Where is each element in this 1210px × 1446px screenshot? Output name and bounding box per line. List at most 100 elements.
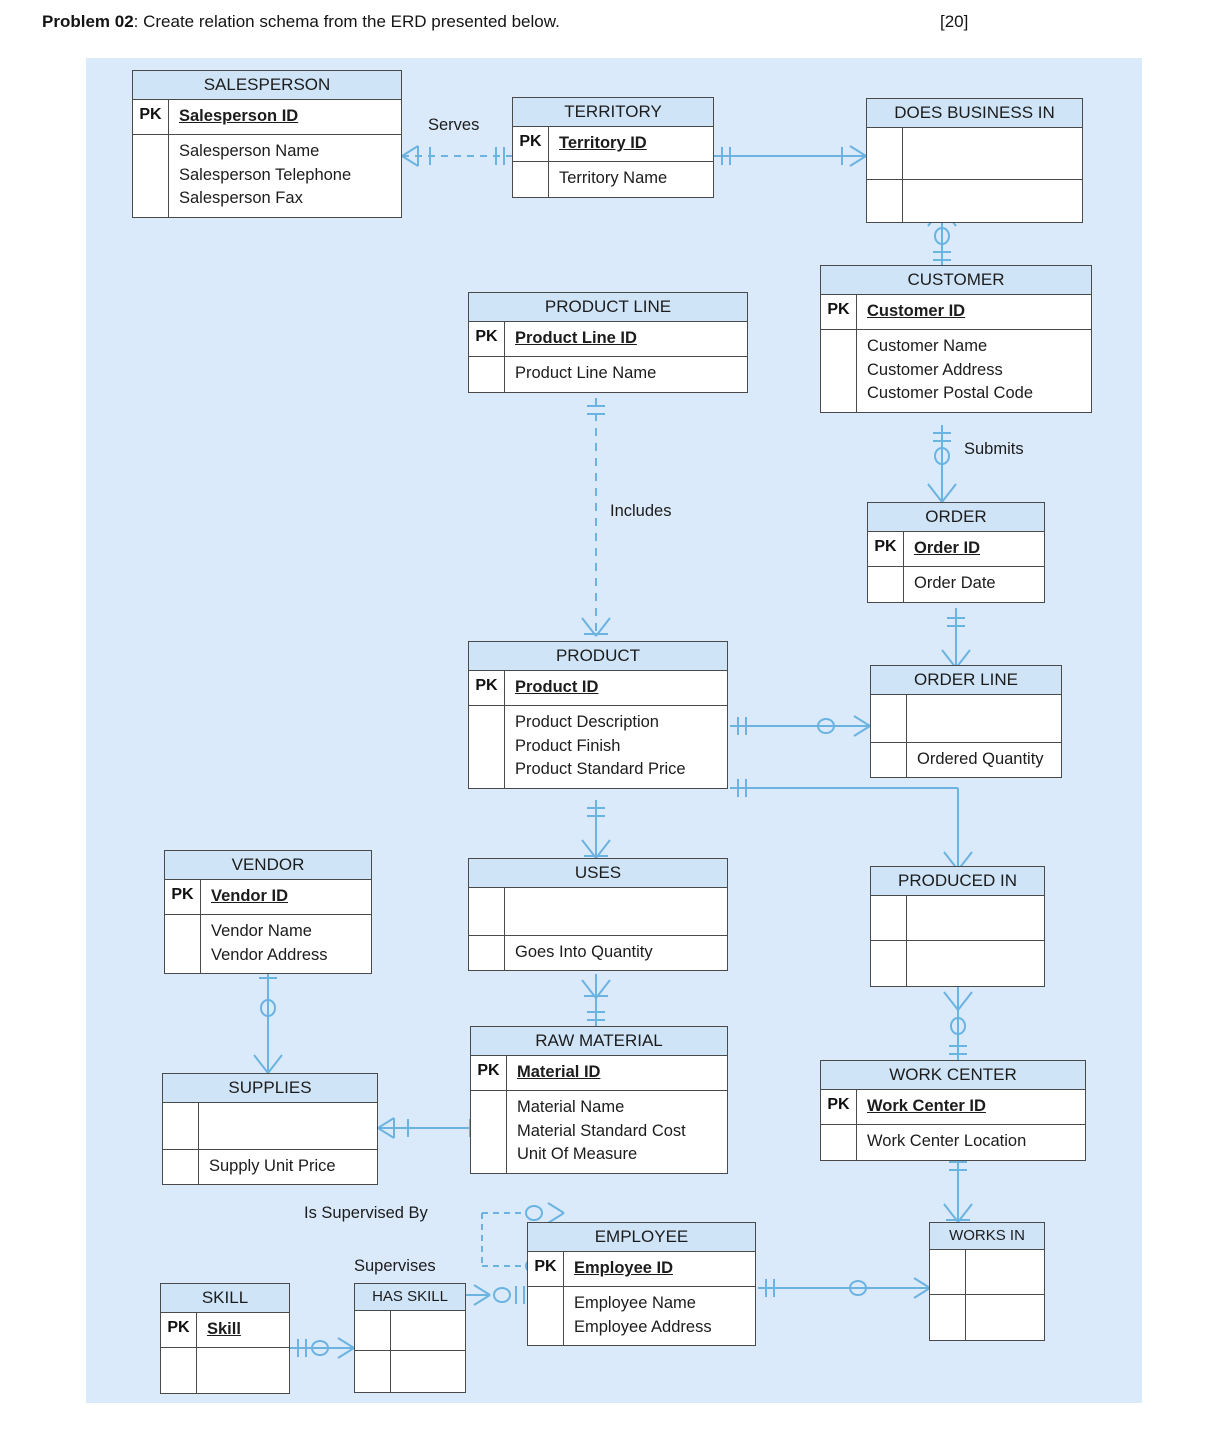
attribute-list: Material Name Material Standard Cost Uni… bbox=[507, 1091, 727, 1172]
entity-title: EMPLOYEE bbox=[528, 1223, 755, 1252]
entity-body: PK Product Line ID Product Line Name bbox=[469, 322, 747, 392]
entity-title: SALESPERSON bbox=[133, 71, 401, 100]
entity-title: PRODUCED IN bbox=[871, 867, 1044, 896]
entity-body: Ordered Quantity bbox=[871, 695, 1061, 778]
entity-body: PK Territory ID Territory Name bbox=[513, 127, 713, 197]
entity-attr-row bbox=[161, 1348, 289, 1394]
key-spacer bbox=[469, 888, 505, 935]
key-spacer bbox=[821, 1125, 857, 1160]
entity-produced-in[interactable]: PRODUCED IN bbox=[870, 866, 1045, 987]
page-title: Problem 02: Create relation schema from … bbox=[42, 12, 1042, 38]
entity-attr-row bbox=[930, 1295, 1044, 1340]
pk-marker: PK bbox=[868, 532, 904, 567]
attribute: Vendor Address bbox=[211, 945, 328, 964]
attribute: Customer Postal Code bbox=[867, 384, 1033, 403]
entity-body: PK Employee ID Employee Name Employee Ad… bbox=[528, 1252, 755, 1346]
entity-product[interactable]: PRODUCT PK Product ID Product Descriptio… bbox=[468, 641, 728, 789]
pk-marker: PK bbox=[821, 295, 857, 330]
key-spacer bbox=[133, 135, 169, 217]
entity-pk-row: PK Customer ID bbox=[821, 295, 1091, 331]
entity-product-line[interactable]: PRODUCT LINE PK Product Line ID Product … bbox=[468, 292, 748, 393]
entity-pk-row bbox=[871, 896, 1044, 941]
entity-body: Supply Unit Price bbox=[163, 1103, 377, 1185]
key-spacer bbox=[469, 936, 505, 971]
key-spacer bbox=[930, 1250, 966, 1294]
entity-title: ORDER bbox=[868, 503, 1044, 532]
key-spacer bbox=[355, 1311, 391, 1350]
key-spacer bbox=[930, 1295, 966, 1340]
key-spacer bbox=[163, 1150, 199, 1185]
entity-works-in[interactable]: WORKS IN bbox=[929, 1222, 1045, 1341]
pk-marker: PK bbox=[821, 1090, 857, 1125]
entity-order[interactable]: ORDER PK Order ID Order Date bbox=[867, 502, 1045, 603]
entity-title: WORKS IN bbox=[930, 1223, 1044, 1250]
entity-has-skill[interactable]: HAS SKILL bbox=[354, 1283, 466, 1393]
key-spacer bbox=[469, 357, 505, 392]
entity-attr-row: Salesperson Name Salesperson Telephone S… bbox=[133, 135, 401, 217]
entity-order-line[interactable]: ORDER LINE Ordered Quantity bbox=[870, 665, 1062, 779]
attribute-list: Goes Into Quantity bbox=[505, 936, 727, 970]
attribute: Unit Of Measure bbox=[517, 1145, 638, 1164]
entity-attr-row: Work Center Location bbox=[821, 1125, 1085, 1160]
entity-title: PRODUCT LINE bbox=[469, 293, 747, 322]
attribute-list bbox=[907, 896, 1044, 940]
entity-body: PK Material ID Material Name Material St… bbox=[471, 1056, 727, 1173]
entity-uses[interactable]: USES Goes Into Quantity bbox=[468, 858, 728, 972]
entity-body bbox=[867, 128, 1082, 222]
attribute-list bbox=[903, 128, 1082, 179]
entity-raw-material[interactable]: RAW MATERIAL PK Material ID Material Nam… bbox=[470, 1026, 728, 1174]
entity-pk-row: PK Skill bbox=[161, 1313, 289, 1349]
entity-attr-row: Employee Name Employee Address bbox=[528, 1287, 755, 1346]
key-spacer bbox=[513, 162, 549, 197]
attribute-list: Product Line Name bbox=[505, 357, 747, 391]
attribute: Vendor Name bbox=[211, 922, 312, 941]
entity-body: PK Customer ID Customer Name Customer Ad… bbox=[821, 295, 1091, 412]
entity-work-center[interactable]: WORK CENTER PK Work Center ID Work Cente… bbox=[820, 1060, 1086, 1161]
entity-pk-row: PK Employee ID bbox=[528, 1252, 755, 1288]
entity-employee[interactable]: EMPLOYEE PK Employee ID Employee Name Em… bbox=[527, 1222, 756, 1347]
attribute: Territory Name bbox=[559, 169, 668, 188]
problem-number: Problem 02 bbox=[42, 12, 134, 31]
key-spacer bbox=[163, 1103, 199, 1149]
attribute-list bbox=[966, 1250, 1044, 1294]
key-spacer bbox=[161, 1348, 197, 1394]
entity-salesperson[interactable]: SALESPERSON PK Salesperson ID Salesperso… bbox=[132, 70, 402, 218]
entity-supplies[interactable]: SUPPLIES Supply Unit Price bbox=[162, 1073, 378, 1186]
entity-territory[interactable]: TERRITORY PK Territory ID Territory Name bbox=[512, 97, 714, 198]
entity-customer[interactable]: CUSTOMER PK Customer ID Customer Name Cu… bbox=[820, 265, 1092, 413]
entity-pk-row: PK Territory ID bbox=[513, 127, 713, 163]
attribute-list: Territory Name bbox=[549, 162, 713, 196]
attribute-list: Ordered Quantity bbox=[907, 743, 1061, 777]
attribute-list bbox=[391, 1311, 465, 1350]
entity-pk-row bbox=[469, 888, 727, 936]
attribute-list: Customer Name Customer Address Customer … bbox=[857, 330, 1091, 411]
relationship-label-supervises: Supervises bbox=[354, 1257, 436, 1275]
key-spacer bbox=[871, 695, 907, 742]
entity-body: PK Salesperson ID Salesperson Name Sales… bbox=[133, 100, 401, 217]
relationship-label-submits: Submits bbox=[964, 440, 1024, 458]
entity-title: SKILL bbox=[161, 1284, 289, 1313]
entity-does-business-in[interactable]: DOES BUSINESS IN bbox=[866, 98, 1083, 223]
entity-skill[interactable]: SKILL PK Skill bbox=[160, 1283, 290, 1395]
attribute: Employee Address bbox=[574, 1317, 712, 1336]
key-spacer bbox=[528, 1287, 564, 1346]
entity-title: USES bbox=[469, 859, 727, 888]
problem-marks: [20] bbox=[940, 12, 969, 31]
pk-attribute: Order ID bbox=[914, 539, 981, 557]
pk-attribute: Customer ID bbox=[867, 302, 966, 320]
entity-pk-row: PK Vendor ID bbox=[165, 880, 371, 916]
attribute-list: Salesperson Name Salesperson Telephone S… bbox=[169, 135, 401, 216]
attribute: Customer Name bbox=[867, 337, 988, 356]
entity-body: PK Order ID Order Date bbox=[868, 532, 1044, 602]
entity-attr-row: Ordered Quantity bbox=[871, 743, 1061, 778]
entity-body: PK Skill bbox=[161, 1313, 289, 1394]
entity-pk-row bbox=[163, 1103, 377, 1150]
attribute-list: Product Description Product Finish Produ… bbox=[505, 706, 727, 787]
entity-vendor[interactable]: VENDOR PK Vendor ID Vendor Name Vendor A… bbox=[164, 850, 372, 975]
attribute: Material Name bbox=[517, 1098, 625, 1117]
attribute: Product Description bbox=[515, 713, 659, 732]
attribute-list: Order Date bbox=[904, 567, 1044, 601]
entity-title: RAW MATERIAL bbox=[471, 1027, 727, 1056]
entity-title: TERRITORY bbox=[513, 98, 713, 127]
entity-pk-row bbox=[871, 695, 1061, 743]
